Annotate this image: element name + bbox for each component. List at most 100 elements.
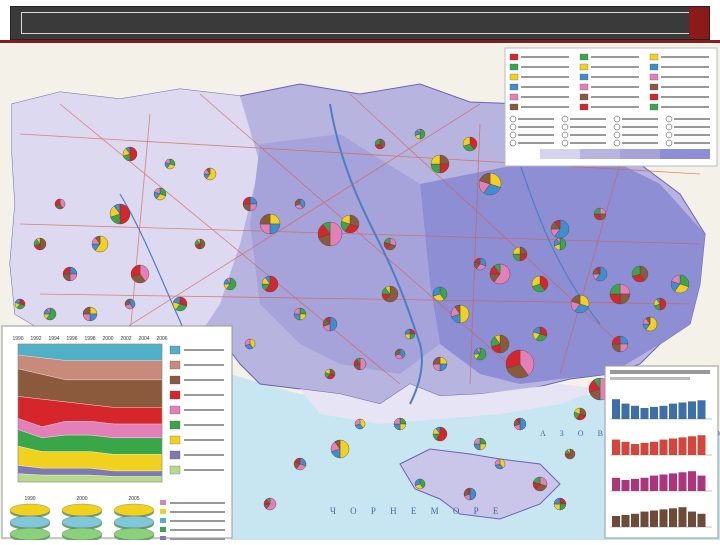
right-panel-bar [612,439,620,455]
right-panel-bar [659,509,668,527]
industry-pie [153,187,167,201]
legend-scale-seg-3 [620,149,660,159]
legend-symbol [613,115,621,123]
industry-pie [130,264,150,284]
industry-pie [374,138,386,150]
right-panel-bar [631,405,639,419]
industry-pie [381,285,399,303]
industry-pie [463,487,477,501]
right-panel-bar [678,507,687,527]
right-panel-bar [621,480,630,491]
stack-legend-swatch [169,375,181,385]
stack-legend-text-line [184,454,224,456]
small-pie-top [113,515,155,529]
small-pie-top [9,515,51,529]
legend-text-line [622,134,658,136]
industry-pie [670,274,690,294]
industry-pie [263,497,277,511]
legend-text-line [521,96,569,98]
right-panel-bar [659,474,668,491]
legend-swatch [509,103,519,111]
industry-pie [324,368,336,380]
legend-text-line [518,134,554,136]
industry-pie [414,128,426,140]
right-panel-bar [621,514,630,527]
small-pie-legend-text-line [170,511,225,513]
industry-pie [54,198,66,210]
title-accent-block [689,7,709,39]
industry-pie [473,437,487,451]
industry-pie [473,347,487,361]
legend-swatch [649,63,659,71]
legend-text-line [591,106,639,108]
industry-pie [164,158,176,170]
legend-text-line [622,118,658,120]
industry-pie [394,348,406,360]
industry-pie [570,294,590,314]
legend-swatch [649,53,659,61]
stack-legend-swatch [169,345,181,355]
industry-pie [494,458,506,470]
year-tick-label: 1994 [48,336,59,342]
small-pie-legend-text-line [170,529,225,531]
right-panel-bar [640,442,649,455]
inset-left: 1990 1992 1994 1996 1998 2000 2002 2004 2006 199… [1,325,233,542]
year-tick-label: 1996 [66,336,77,342]
industry-pie [592,266,608,282]
right-panel-bar [688,436,696,455]
legend-text-line [661,106,709,108]
legend-symbol [561,139,569,147]
ukraine-industry-map: А З О В С Ь К Е М О Р Е Ч О Р Н Е М О Р … [0,44,720,542]
legend-text-line [521,86,569,88]
industry-pie [432,426,448,442]
legend-text-line [518,118,554,120]
right-panel-bar [688,471,696,491]
legend-text-line [521,106,569,108]
stack-legend-swatch [169,450,181,460]
small-pie-title: 1990 [24,496,35,502]
industry-pie [473,257,487,271]
industry-pie [194,238,206,250]
legend-symbol [613,131,621,139]
stack-legend-swatch [169,465,181,475]
legend-symbol [613,123,621,131]
legend-symbol [613,139,621,147]
right-panel-bar [678,472,687,491]
legend-scale-seg-4 [660,149,710,159]
legend-swatch [509,93,519,101]
year-tick-label: 1990 [12,336,23,342]
right-panel-bar [640,511,649,527]
industry-pie [294,198,306,210]
legend-text-line [570,134,606,136]
right-panel-bar [612,477,620,491]
legend-swatch [509,63,519,71]
legend-swatch [579,63,589,71]
legend-swatch [509,53,519,61]
industry-pie [564,448,576,460]
industry-pie [513,417,527,431]
legend-text-line [518,142,554,144]
legend-text-line [570,126,606,128]
legend-symbol [665,115,673,123]
small-pie-title: 2005 [128,496,139,502]
industry-pie [62,266,78,282]
legend-text-line [570,118,606,120]
industry-pie [259,213,281,235]
legend-text-line [661,66,709,68]
industry-pie [172,296,188,312]
right-panel-bar [697,400,706,419]
industry-pie [203,167,217,181]
legend-swatch [509,83,519,91]
industry-pie [432,286,448,302]
small-pie-legend-swatch [160,536,166,541]
legend-text-line [661,96,709,98]
industry-pie [353,357,367,371]
legend-swatch [579,73,589,81]
right-panel-bar [640,477,649,491]
industry-pie [573,407,587,421]
legend-text-line [674,142,710,144]
legend-swatch [649,93,659,101]
small-pie-legend-swatch [160,518,166,523]
legend-text-line [521,56,569,58]
industry-pie [430,154,450,174]
